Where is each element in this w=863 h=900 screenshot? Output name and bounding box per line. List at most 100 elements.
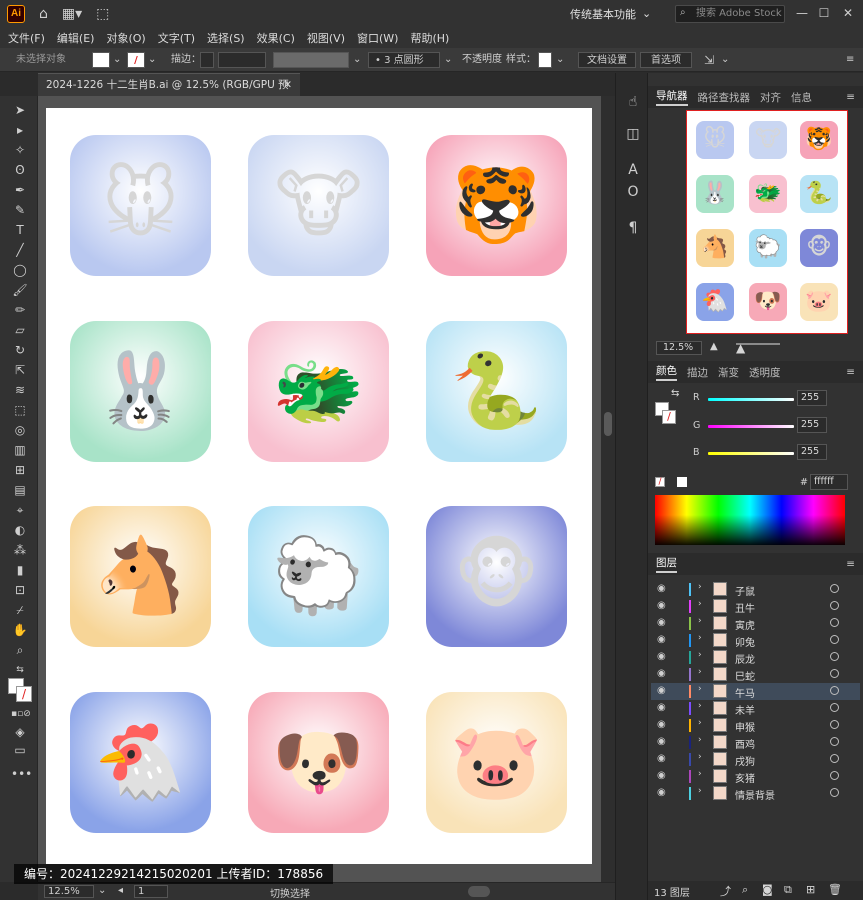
color-stroke-swatch[interactable]: / <box>662 410 676 424</box>
chevron-down-icon[interactable]: ⌄ <box>444 52 452 68</box>
expand-chevron-icon[interactable]: › <box>698 582 702 592</box>
scale-tool-icon[interactable]: ⇱ <box>11 362 29 378</box>
collect-for-export-icon[interactable]: ⤴ <box>720 883 731 899</box>
stroke-weight-stepper[interactable] <box>200 52 214 68</box>
layer-row[interactable]: ◉ › 戌狗 <box>651 751 860 768</box>
visibility-eye-icon[interactable]: ◉ <box>657 787 666 798</box>
fill-swatch[interactable] <box>92 52 110 68</box>
zoom-tool-icon[interactable]: ⌕ <box>11 642 29 658</box>
paragraph-icon[interactable]: ¶ <box>624 219 642 237</box>
navigator-zoom[interactable]: 12.5% <box>656 341 702 355</box>
menu-edit[interactable]: 编辑(E) <box>57 30 95 46</box>
layer-name[interactable]: 子鼠 <box>735 583 755 598</box>
layer-name[interactable]: 丑牛 <box>735 600 755 615</box>
tile-monkey[interactable]: 🐵 <box>426 506 567 647</box>
direct-selection-tool-icon[interactable]: ▸ <box>11 122 29 138</box>
warp-tool-icon[interactable]: ≋ <box>11 382 29 398</box>
close-icon[interactable]: ✕ <box>283 74 292 97</box>
scrollbar-thumb[interactable] <box>604 412 612 436</box>
layer-target-icon[interactable] <box>830 652 839 661</box>
stroke-swatch[interactable]: / <box>127 52 145 68</box>
layer-name[interactable]: 申猴 <box>735 719 755 734</box>
layer-name[interactable]: 寅虎 <box>735 617 755 632</box>
layer-target-icon[interactable] <box>830 601 839 610</box>
chevron-down-icon[interactable]: ⌄ <box>721 52 729 68</box>
locate-object-icon[interactable]: ⌕ <box>742 883 748 897</box>
eyedropper-tool-icon[interactable]: ⌖ <box>11 502 29 518</box>
layer-name[interactable]: 戌狗 <box>735 753 755 768</box>
visibility-eye-icon[interactable]: ◉ <box>657 600 666 611</box>
red-value[interactable]: 255 <box>797 390 827 406</box>
drawing-mode-icon[interactable]: ◈ <box>11 724 29 740</box>
hex-input[interactable]: ffffff <box>810 474 848 490</box>
document-tab[interactable]: 2024-1226 十二生肖B.ai @ 12.5% (RGB/GPU 预览) … <box>38 73 300 114</box>
color-spectrum[interactable] <box>655 495 845 545</box>
pencil-tool-icon[interactable]: ✏ <box>11 302 29 318</box>
graphic-style-swatch[interactable] <box>538 52 552 68</box>
layer-target-icon[interactable] <box>830 737 839 746</box>
layer-target-icon[interactable] <box>830 771 839 780</box>
layer-row[interactable]: ◉ › 亥猪 <box>651 768 860 785</box>
perspective-grid-tool-icon[interactable]: ▥ <box>11 442 29 458</box>
menu-effect[interactable]: 效果(C) <box>257 30 295 46</box>
layer-target-icon[interactable] <box>830 720 839 729</box>
expand-chevron-icon[interactable]: › <box>698 667 702 677</box>
create-sublayer-icon[interactable]: ⧉ <box>784 883 792 897</box>
layout-grid-icon[interactable]: ▦▾ <box>62 6 82 22</box>
expand-chevron-icon[interactable]: › <box>698 769 702 779</box>
column-graph-tool-icon[interactable]: ▮ <box>11 562 29 578</box>
menu-file[interactable]: 文件(F) <box>8 30 45 46</box>
menu-select[interactable]: 选择(S) <box>207 30 245 46</box>
brush-definition[interactable]: • 3 点圆形 <box>368 52 440 68</box>
more-tools-icon[interactable]: ••• <box>11 766 32 782</box>
layer-target-icon[interactable] <box>830 669 839 678</box>
navigator-preview[interactable]: 🐭 🐮 🐯 🐰 🐲 🐍 🐴 🐑 🐵 🐔 🐶 🐷 <box>686 110 848 334</box>
rotate-tool-icon[interactable]: ↻ <box>11 342 29 358</box>
slice-tool-icon[interactable]: ⌿ <box>11 602 29 618</box>
tab-transparency[interactable]: 透明度 <box>749 365 781 380</box>
expand-chevron-icon[interactable]: › <box>698 650 702 660</box>
mesh-tool-icon[interactable]: ⊞ <box>11 462 29 478</box>
white-swatch[interactable] <box>677 477 687 487</box>
layer-row[interactable]: ◉ › 子鼠 <box>651 581 860 598</box>
visibility-eye-icon[interactable]: ◉ <box>657 736 666 747</box>
make-clipping-mask-icon[interactable]: ◙ <box>762 883 773 896</box>
expand-chevron-icon[interactable]: › <box>698 786 702 796</box>
selection-tool-icon[interactable]: ➤ <box>11 102 29 118</box>
shape-builder-tool-icon[interactable]: ◎ <box>11 422 29 438</box>
workspace-switcher[interactable]: 传统基本功能 ⌄ <box>570 4 651 23</box>
vertical-scrollbar[interactable] <box>601 96 615 882</box>
layer-target-icon[interactable] <box>830 754 839 763</box>
gradient-tool-icon[interactable]: ▤ <box>11 482 29 498</box>
minimize-icon[interactable]: — <box>792 3 812 23</box>
green-slider[interactable] <box>708 425 794 428</box>
pen-tool-icon[interactable]: ✒ <box>11 182 29 198</box>
layer-target-icon[interactable] <box>830 618 839 627</box>
tile-sheep[interactable]: 🐑 <box>248 506 389 647</box>
zoom-level[interactable]: 12.5% <box>44 885 94 898</box>
layer-name[interactable]: 巳蛇 <box>735 668 755 683</box>
expand-chevron-icon[interactable]: › <box>698 684 702 694</box>
layer-row[interactable]: ◉ › 巳蛇 <box>651 666 860 683</box>
visibility-eye-icon[interactable]: ◉ <box>657 770 666 781</box>
tile-dragon[interactable]: 🐲 <box>248 321 389 462</box>
line-segment-tool-icon[interactable]: ╱ <box>11 242 29 258</box>
tab-navigator[interactable]: 导航器 <box>656 88 688 106</box>
expand-chevron-icon[interactable]: › <box>698 735 702 745</box>
layer-row[interactable]: ◉ › 寅虎 <box>651 615 860 632</box>
panel-menu-icon[interactable]: ≡ <box>846 366 855 378</box>
tile-ox[interactable]: 🐮 <box>248 135 389 276</box>
ellipse-tool-icon[interactable]: ◯ <box>11 262 29 278</box>
layer-name[interactable]: 酉鸡 <box>735 736 755 751</box>
zoom-in-icon[interactable]: ▲ <box>736 341 745 355</box>
layer-row[interactable]: ◉ › 酉鸡 <box>651 734 860 751</box>
stock-search-input[interactable]: 搜索 Adobe Stock <box>675 5 785 23</box>
layer-row[interactable]: ◉ › 申猴 <box>651 717 860 734</box>
visibility-eye-icon[interactable]: ◉ <box>657 583 666 594</box>
hand-tool-icon[interactable]: ✋ <box>11 622 29 638</box>
color-mode-icon[interactable]: ▪▫⊘ <box>11 706 31 722</box>
layer-name[interactable]: 亥猪 <box>735 770 755 785</box>
stroke-weight-input[interactable] <box>218 52 266 68</box>
screen-mode-icon[interactable]: ▭ <box>11 742 29 758</box>
panel-menu-icon[interactable]: ≡ <box>846 558 855 570</box>
